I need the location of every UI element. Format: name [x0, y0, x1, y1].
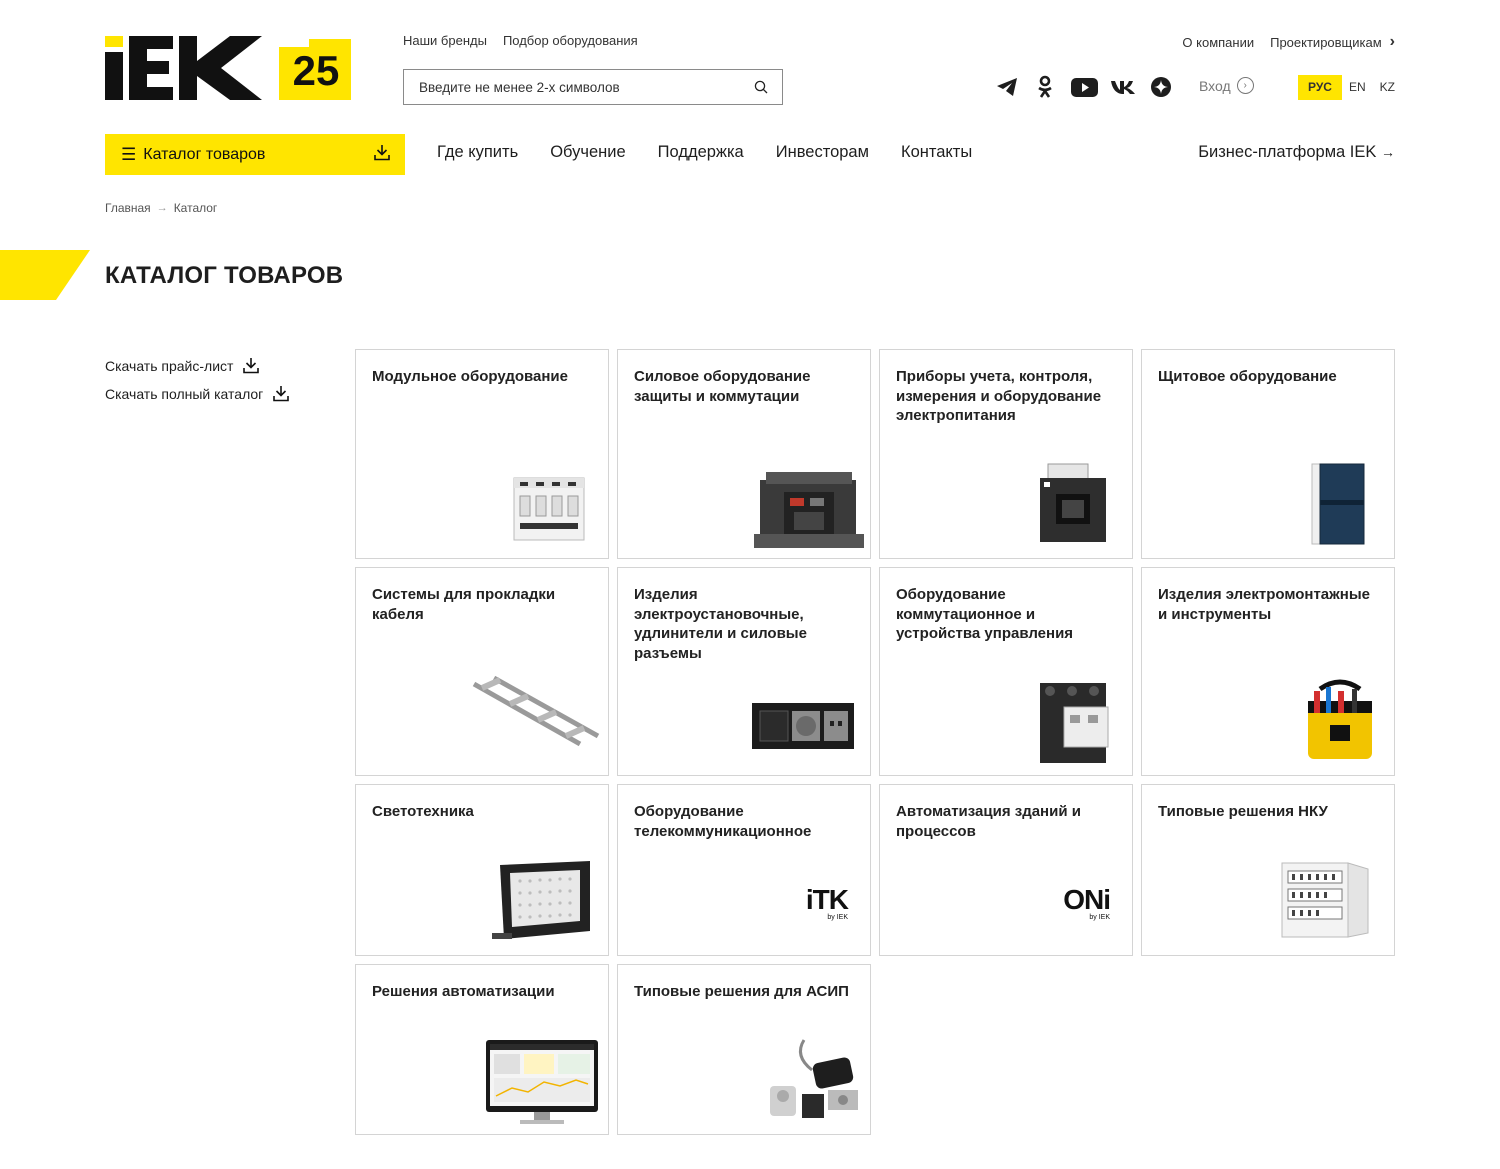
- link-about[interactable]: О компании: [1182, 35, 1254, 50]
- category-title: Модульное оборудование: [372, 368, 568, 385]
- download-icon: [273, 386, 290, 402]
- arrow-circle-icon: ›: [1236, 77, 1254, 94]
- lang-kz[interactable]: KZ: [1373, 75, 1402, 100]
- category-card-tools[interactable]: Изделия электромонтажные и инструменты: [1141, 567, 1395, 776]
- breadcrumb-home[interactable]: Главная: [105, 201, 151, 215]
- floodlight-icon: [492, 861, 590, 939]
- category-card-lvsa-solutions[interactable]: Типовые решения НКУ: [1141, 784, 1395, 956]
- language-switcher: РУС EN KZ: [1298, 75, 1402, 100]
- nav-training[interactable]: Обучение: [550, 143, 625, 162]
- login-button[interactable]: Вход ›: [1199, 77, 1254, 94]
- download-full-catalog-label: Скачать полный каталог: [105, 385, 264, 402]
- category-card-switchboard[interactable]: Щитовое оборудование: [1141, 349, 1395, 559]
- breadcrumb: Главная → Каталог: [105, 201, 217, 215]
- youtube-icon[interactable]: [1070, 74, 1098, 100]
- category-title: Изделия электромонтажные и инструменты: [1158, 586, 1370, 623]
- category-title: Оборудование коммутационное и устройства…: [896, 586, 1074, 642]
- telegram-icon[interactable]: [994, 74, 1020, 100]
- catalog-button[interactable]: ☰ Каталог товаров: [105, 134, 405, 175]
- top-links: Наши бренды Подбор оборудования: [403, 33, 638, 48]
- category-title: Оборудование телекоммуникационное: [634, 803, 812, 840]
- download-links: Скачать прайс-лист Скачать полный катало…: [105, 357, 290, 413]
- arrow-right-icon: →: [156, 202, 168, 214]
- page-title: КАТАЛОГ ТОВАРОВ: [105, 262, 344, 289]
- nav-support[interactable]: Поддержка: [658, 143, 744, 162]
- distribution-box-icon: [1311, 463, 1365, 545]
- business-platform-label: Бизнес-платформа IEK: [1198, 143, 1377, 161]
- top-right-links: О компании Проектировщикам ›: [1182, 33, 1395, 51]
- odnoklassniki-icon[interactable]: [1032, 74, 1058, 100]
- download-icon: [243, 358, 260, 374]
- category-card-asip-solutions[interactable]: Типовые решения для АСИП: [617, 964, 871, 1135]
- clamps-icon: [770, 1039, 858, 1118]
- category-title: Светотехника: [372, 803, 474, 820]
- vk-icon[interactable]: [1110, 74, 1136, 100]
- tool-bag-icon: [1308, 679, 1372, 759]
- search-box: [403, 69, 783, 105]
- category-card-telecom[interactable]: Оборудование телекоммуникационное iTK by…: [617, 784, 871, 956]
- arrow-right-icon: →: [1381, 144, 1395, 160]
- category-title: Типовые решения НКУ: [1158, 803, 1328, 820]
- link-designers[interactable]: Проектировщикам: [1270, 35, 1382, 50]
- search-icon[interactable]: [754, 80, 768, 94]
- breadcrumb-catalog[interactable]: Каталог: [174, 201, 218, 215]
- category-card-cable-systems[interactable]: Системы для прокладки кабеля: [355, 567, 609, 776]
- download-full-catalog-link[interactable]: Скачать полный каталог: [105, 385, 290, 402]
- category-title: Силовое оборудование защиты и коммутации: [634, 368, 811, 405]
- circuit-breaker-icon: [513, 477, 585, 541]
- category-title: Решения автоматизации: [372, 983, 555, 1000]
- catalog-label: Каталог товаров: [143, 145, 266, 163]
- itk-logo-text: iTK: [805, 884, 849, 915]
- oni-logo-text: ONi: [1063, 884, 1111, 915]
- category-title: Приборы учета, контроля, измерения и обо…: [896, 368, 1102, 424]
- oni-logo-icon: ONi by IEK: [1063, 884, 1111, 922]
- socket-frame-icon: [752, 703, 854, 749]
- category-card-wiring-devices[interactable]: Изделия электроустановочные, удлинители …: [617, 567, 871, 776]
- download-icon[interactable]: [374, 144, 390, 161]
- logo-badge: 25: [293, 47, 340, 94]
- nav-contacts[interactable]: Контакты: [901, 143, 972, 162]
- nav-where-to-buy[interactable]: Где купить: [437, 143, 518, 162]
- main-nav: Где купить Обучение Поддержка Инвесторам…: [437, 143, 972, 162]
- business-platform-link[interactable]: Бизнес-платформа IEK →: [1198, 143, 1395, 162]
- category-title: Изделия электроустановочные, удлинители …: [634, 586, 807, 662]
- category-card-power[interactable]: Силовое оборудование защиты и коммутации: [617, 349, 871, 559]
- current-transformer-icon: [1040, 463, 1106, 542]
- download-price-list-label: Скачать прайс-лист: [105, 357, 234, 374]
- category-card-switching[interactable]: Оборудование коммутационное и устройства…: [879, 567, 1133, 776]
- category-title: Автоматизация зданий и процессов: [896, 803, 1081, 840]
- title-accent-shape: [0, 250, 90, 300]
- link-equipment-selection[interactable]: Подбор оборудования: [503, 33, 638, 48]
- social-links: [994, 74, 1174, 100]
- itk-logo-sub: by IEK: [827, 914, 848, 921]
- category-title: Системы для прокладки кабеля: [372, 586, 556, 623]
- dzen-icon[interactable]: [1148, 74, 1174, 100]
- electrical-cabinet-icon: [1281, 862, 1369, 938]
- lang-ru[interactable]: РУС: [1298, 75, 1342, 100]
- chevron-right-icon[interactable]: ›: [1390, 33, 1395, 51]
- monitor-dashboard-icon: [486, 1040, 598, 1124]
- link-brands[interactable]: Наши бренды: [403, 33, 487, 48]
- category-title: Типовые решения для АСИП: [634, 983, 849, 1000]
- download-price-list-link[interactable]: Скачать прайс-лист: [105, 357, 289, 374]
- login-label: Вход: [1199, 77, 1231, 94]
- air-circuit-breaker-icon: [754, 472, 864, 548]
- lang-en[interactable]: EN: [1342, 75, 1373, 100]
- contactor-icon: [1040, 683, 1109, 763]
- menu-icon: ☰: [121, 144, 137, 164]
- category-card-lighting[interactable]: Светотехника: [355, 784, 609, 956]
- cable-ladder-icon: [472, 675, 600, 747]
- category-card-automation[interactable]: Автоматизация зданий и процессов ONi by …: [879, 784, 1133, 956]
- category-title: Щитовое оборудование: [1158, 368, 1337, 385]
- oni-logo-sub: by IEK: [1089, 914, 1110, 921]
- category-card-modular[interactable]: Модульное оборудование: [355, 349, 609, 559]
- category-card-automation-solutions[interactable]: Решения автоматизации: [355, 964, 609, 1135]
- category-card-metering[interactable]: Приборы учета, контроля, измерения и обо…: [879, 349, 1133, 559]
- nav-investors[interactable]: Инвесторам: [776, 143, 869, 162]
- search-input[interactable]: [404, 70, 734, 104]
- iek-25-logo[interactable]: 25: [105, 36, 355, 100]
- itk-logo-icon: iTK by IEK: [805, 884, 849, 922]
